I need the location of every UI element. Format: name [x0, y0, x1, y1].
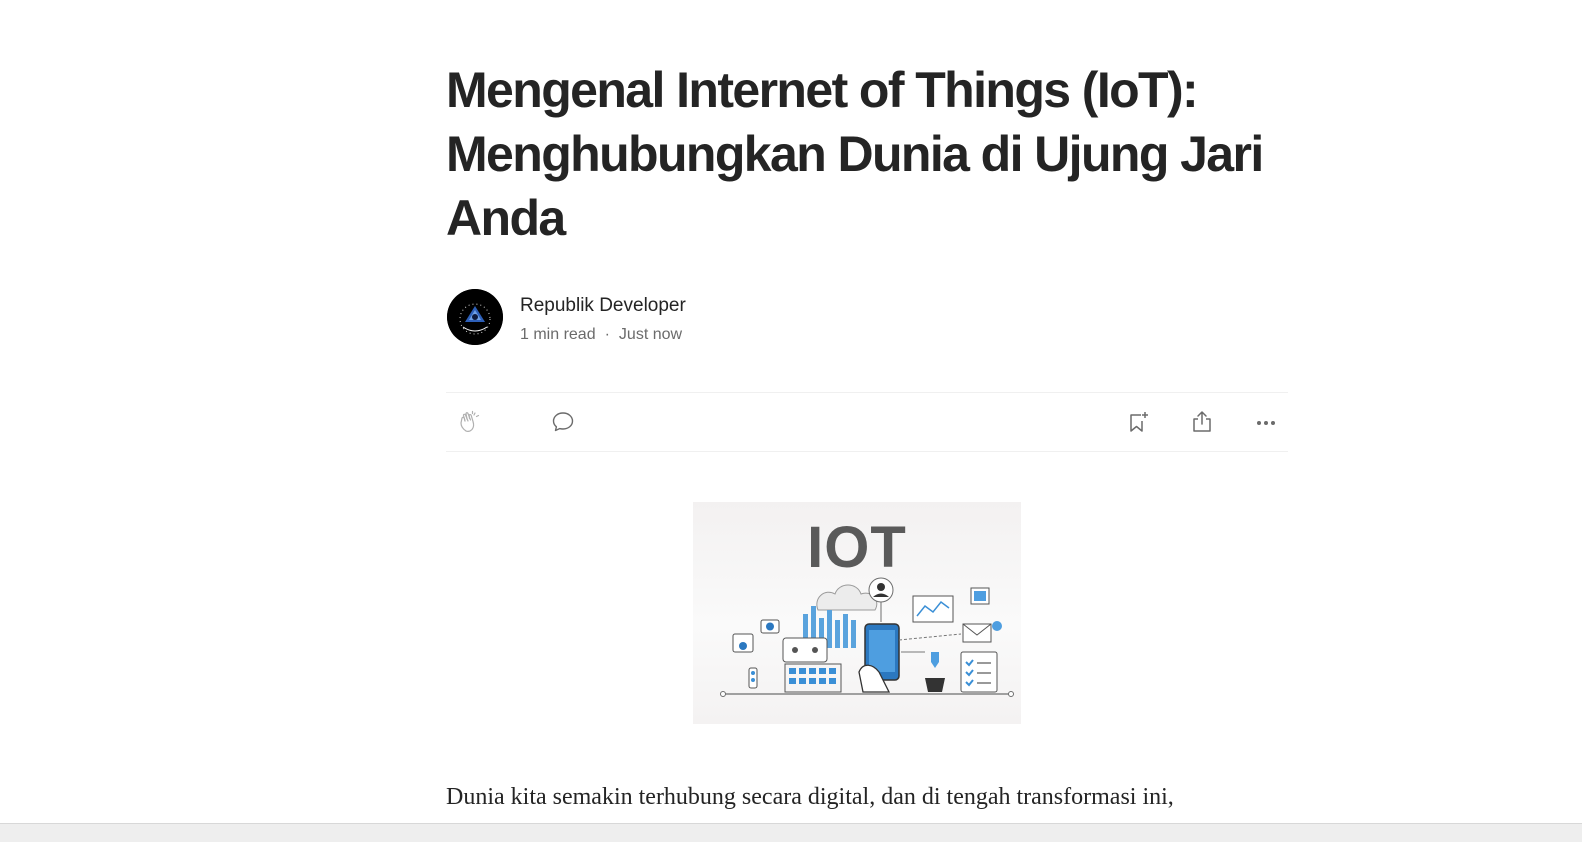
post-meta: 1 min read · Just now [520, 326, 682, 344]
share-icon [1193, 411, 1211, 432]
read-time: 1 min read [520, 326, 596, 343]
article-body-paragraph: Dunia kita semakin terhubung secara digi… [446, 784, 1174, 810]
share-button[interactable] [1187, 407, 1217, 437]
article-title: Mengenal Internet of Things (IoT): Mengh… [446, 62, 1264, 246]
author-name[interactable]: Republik Developer [520, 295, 686, 317]
action-bar [446, 392, 1288, 452]
bookmark-button[interactable] [1123, 407, 1153, 437]
meta-separator: · [604, 326, 610, 343]
published-time: Just now [618, 326, 683, 343]
more-icon [1257, 421, 1275, 425]
comment-button[interactable] [548, 407, 578, 437]
avatar-logo-icon [447, 289, 503, 345]
more-button[interactable] [1251, 407, 1281, 437]
author-avatar[interactable] [447, 289, 503, 345]
bookmark-add-icon [1130, 412, 1148, 432]
browser-bottom-bar [0, 823, 1582, 842]
article-image: IOT [693, 502, 1021, 724]
page: Mengenal Internet of Things (IoT): Mengh… [0, 0, 1582, 842]
clap-icon [460, 410, 480, 433]
iot-illustration [720, 577, 1014, 697]
comment-icon [552, 412, 574, 432]
clap-button[interactable] [455, 407, 485, 437]
byline: Republik Developer 1 min read · Just now [446, 289, 1288, 345]
